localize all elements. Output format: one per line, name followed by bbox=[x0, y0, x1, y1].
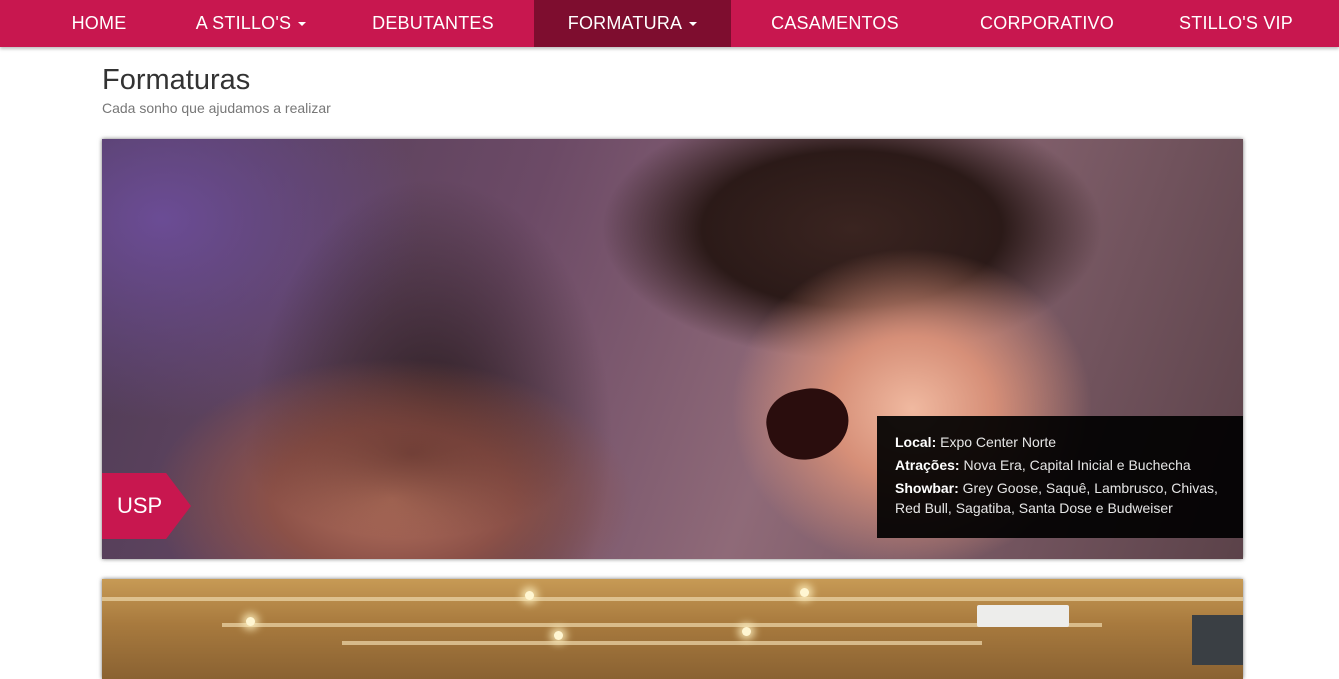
nav-item-label: STILLO'S VIP bbox=[1179, 13, 1293, 33]
nav-item-debutantes[interactable]: DEBUTANTES bbox=[360, 0, 506, 47]
info-label: Local: bbox=[895, 434, 937, 450]
nav-item-formatura[interactable]: FORMATURA bbox=[534, 0, 731, 47]
photo-detail bbox=[222, 623, 1102, 627]
info-label: Showbar: bbox=[895, 480, 959, 496]
nav-item-label: A STILLO'S bbox=[195, 13, 292, 33]
event-tag-label: USP bbox=[117, 493, 163, 518]
photo-detail bbox=[977, 605, 1069, 627]
photo-detail bbox=[760, 381, 856, 467]
page-subtitle: Cada sonho que ajudamos a realizar bbox=[102, 100, 331, 116]
photo-detail bbox=[742, 627, 751, 636]
page-title: Formaturas bbox=[102, 64, 251, 96]
event-photo bbox=[102, 579, 1243, 679]
nav-item-corporativo[interactable]: CORPORATIVO bbox=[968, 0, 1126, 47]
main-navbar: HOME A STILLO'S DEBUTANTES FORMATURA CAS… bbox=[0, 0, 1339, 47]
nav-item-label: FORMATURA bbox=[567, 13, 683, 33]
nav-item-label: CASAMENTOS bbox=[771, 13, 899, 33]
info-label: Atrações: bbox=[895, 457, 960, 473]
caret-down-icon bbox=[689, 21, 698, 26]
nav-item-label: HOME bbox=[71, 13, 127, 33]
nav-item-casamentos[interactable]: CASAMENTOS bbox=[760, 0, 910, 47]
info-atracoes: Atrações: Nova Era, Capital Inicial e Bu… bbox=[895, 455, 1225, 475]
photo-detail bbox=[102, 597, 1243, 601]
nav-item-stillos-vip[interactable]: STILLO'S VIP bbox=[1168, 0, 1304, 47]
info-showbar: Showbar: Grey Goose, Saquê, Lambrusco, C… bbox=[895, 478, 1225, 518]
nav-item-label: DEBUTANTES bbox=[372, 13, 494, 33]
photo-detail bbox=[525, 591, 534, 600]
info-value: Expo Center Norte bbox=[940, 434, 1057, 450]
nav-item-a-stillos[interactable]: A STILLO'S bbox=[184, 0, 318, 47]
nav-item-label: CORPORATIVO bbox=[980, 13, 1114, 33]
info-local: Local: Expo Center Norte bbox=[895, 432, 1225, 452]
photo-detail bbox=[342, 641, 982, 645]
photo-detail bbox=[246, 617, 255, 626]
event-card[interactable]: USP Local: Expo Center Norte Atrações: N… bbox=[102, 139, 1243, 559]
caret-down-icon bbox=[298, 21, 307, 26]
photo-detail bbox=[800, 588, 809, 597]
nav-item-home[interactable]: HOME bbox=[56, 0, 142, 47]
event-card[interactable] bbox=[102, 579, 1243, 679]
info-value: Nova Era, Capital Inicial e Buchecha bbox=[963, 457, 1191, 473]
photo-shading bbox=[242, 369, 582, 539]
event-info-box: Local: Expo Center Norte Atrações: Nova … bbox=[877, 416, 1243, 538]
photo-detail bbox=[554, 631, 563, 640]
